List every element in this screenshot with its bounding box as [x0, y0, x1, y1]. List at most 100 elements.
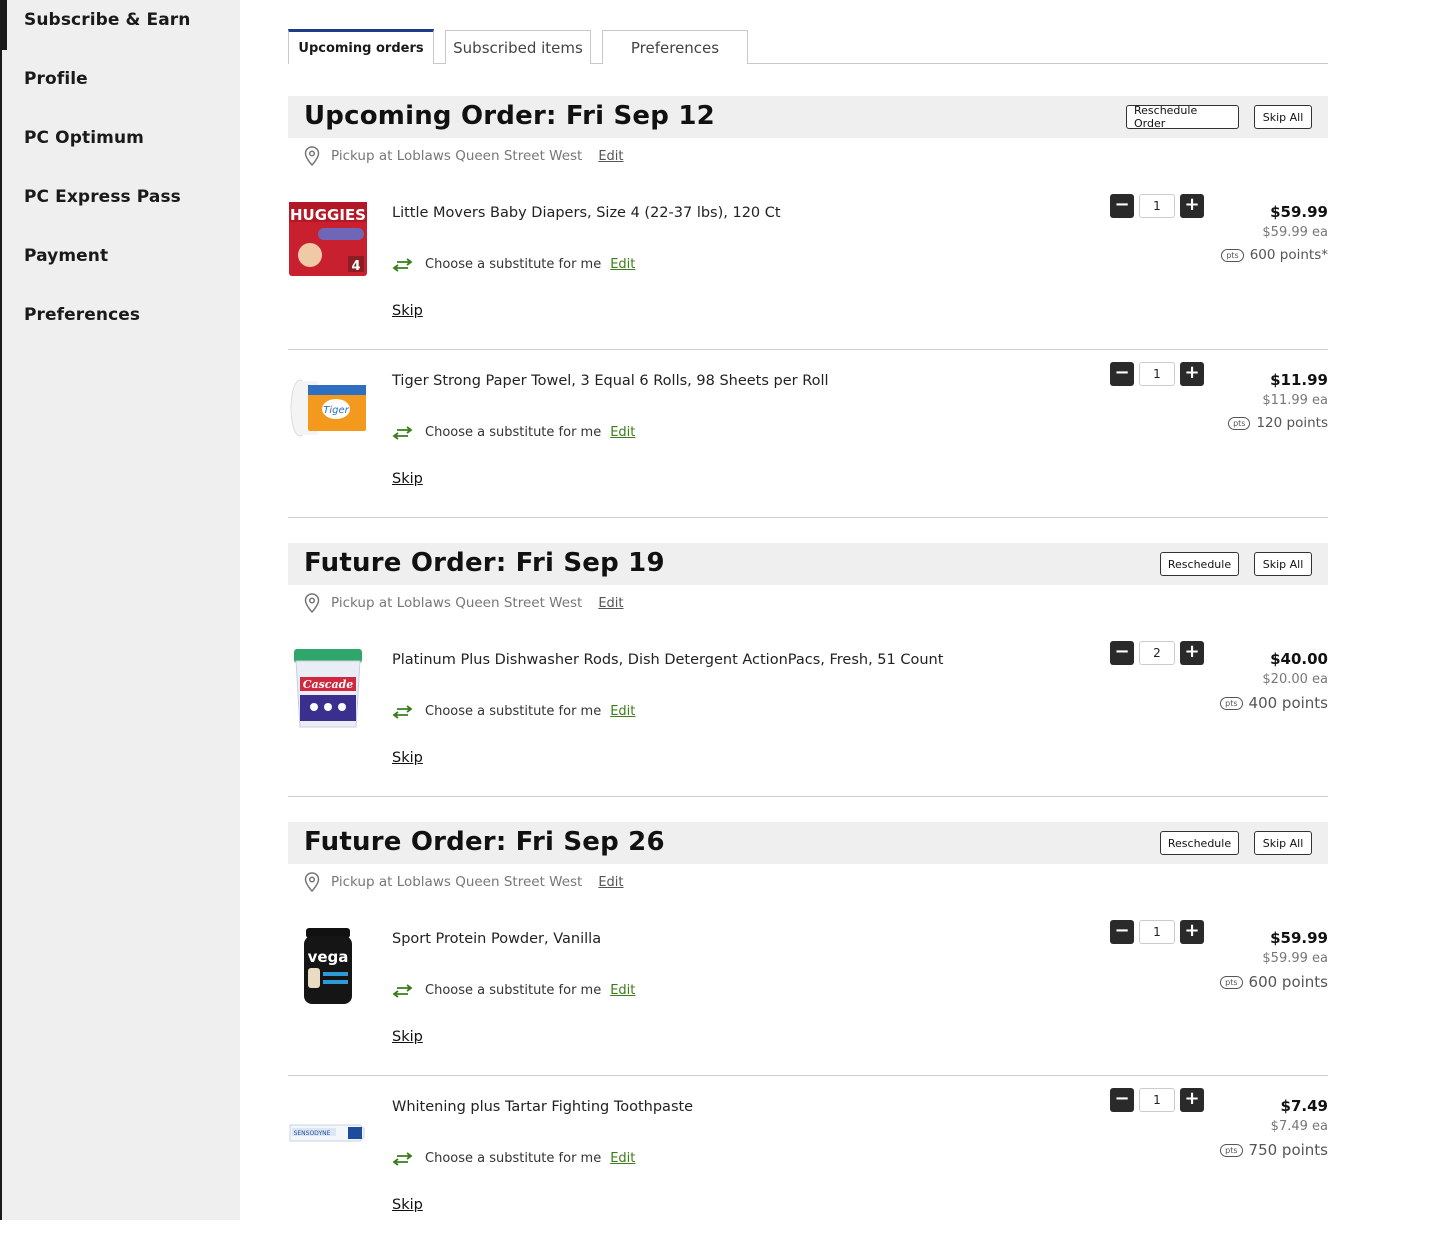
skip-all-button[interactable]: Skip All [1254, 552, 1312, 576]
substitute-row: Choose a substitute for me Edit [392, 1151, 635, 1166]
quantity-stepper: − 1 + [1110, 362, 1204, 386]
sidebar-active-indicator [0, 0, 7, 50]
quantity-field[interactable]: 1 [1139, 362, 1175, 386]
substitute-text: Choose a substitute for me [425, 983, 602, 998]
skip-item-link[interactable]: Skip [392, 1029, 423, 1045]
reschedule-button[interactable]: Reschedule [1160, 831, 1239, 855]
item-name[interactable]: Platinum Plus Dishwasher Rods, Dish Dete… [392, 652, 943, 668]
sidebar-item-preferences[interactable]: Preferences [24, 305, 140, 325]
points-text: 400 points [1248, 694, 1328, 712]
divider [288, 796, 1328, 797]
order-header: Future Order: Fri Sep 19 Reschedule Skip… [288, 543, 1328, 585]
pickup-edit-link[interactable]: Edit [598, 596, 623, 611]
list-item: Tiger Tiger Strong Paper Towel, 3 Equal … [288, 362, 1328, 533]
item-name[interactable]: Little Movers Baby Diapers, Size 4 (22-3… [392, 205, 781, 221]
substitute-row: Choose a substitute for me Edit [392, 983, 635, 998]
order-title: Future Order: Fri Sep 19 [304, 548, 665, 578]
reschedule-button[interactable]: Reschedule [1160, 552, 1239, 576]
increase-quantity-button[interactable]: + [1180, 194, 1204, 218]
points-text: 600 points [1248, 973, 1328, 991]
item-points: pts 600 points* [1221, 247, 1328, 263]
divider [288, 1075, 1328, 1076]
svg-text:vega: vega [308, 948, 349, 966]
pickup-location: Pickup at Loblaws Queen Street West Edit [304, 146, 624, 166]
decrease-quantity-button[interactable]: − [1110, 641, 1134, 665]
paper-towel-icon: Tiger [288, 373, 368, 453]
detergent-tub-icon: Cascade [288, 647, 368, 728]
toothpaste-icon: SENSODYNE [288, 1115, 368, 1149]
decrease-quantity-button[interactable]: − [1110, 920, 1134, 944]
skip-item-link[interactable]: Skip [392, 750, 423, 766]
substitute-edit-link[interactable]: Edit [610, 704, 635, 719]
pickup-location: Pickup at Loblaws Queen Street West Edit [304, 593, 624, 613]
substitute-text: Choose a substitute for me [425, 425, 602, 440]
list-item: HUGGIES 4 Little Movers Baby Diapers, Siz… [288, 194, 1328, 365]
svg-text:Cascade: Cascade [303, 678, 354, 691]
diapers-icon: HUGGIES 4 [288, 200, 368, 280]
location-pin-icon [304, 872, 320, 892]
substitute-edit-link[interactable]: Edit [610, 425, 635, 440]
item-name[interactable]: Sport Protein Powder, Vanilla [392, 931, 601, 947]
increase-quantity-button[interactable]: + [1180, 920, 1204, 944]
order-header: Upcoming Order: Fri Sep 12 Reschedule Or… [288, 96, 1328, 138]
substitute-edit-link[interactable]: Edit [610, 257, 635, 272]
sidebar-item-subscribe-earn[interactable]: Subscribe & Earn [24, 10, 190, 30]
points-badge-icon: pts [1228, 416, 1251, 430]
item-price: $7.49 [1280, 1097, 1328, 1115]
decrease-quantity-button[interactable]: − [1110, 362, 1134, 386]
substitute-text: Choose a substitute for me [425, 704, 602, 719]
tab-upcoming-orders[interactable]: Upcoming orders [288, 29, 434, 64]
skip-item-link[interactable]: Skip [392, 471, 423, 487]
points-badge-icon: pts [1221, 248, 1244, 262]
pickup-location: Pickup at Loblaws Queen Street West Edit [304, 872, 624, 892]
quantity-stepper: − 1 + [1110, 194, 1204, 218]
pickup-text: Pickup at Loblaws Queen Street West [331, 874, 583, 890]
points-text: 120 points [1256, 415, 1328, 431]
skip-all-button[interactable]: Skip All [1254, 105, 1312, 129]
sidebar-item-payment[interactable]: Payment [24, 246, 108, 266]
pickup-edit-link[interactable]: Edit [598, 875, 623, 890]
swap-arrows-icon [392, 983, 413, 998]
skip-item-link[interactable]: Skip [392, 1197, 423, 1213]
sidebar-item-pc-optimum[interactable]: PC Optimum [24, 128, 144, 148]
pickup-text: Pickup at Loblaws Queen Street West [331, 595, 583, 611]
reschedule-order-button[interactable]: Reschedule Order [1126, 104, 1239, 130]
pickup-edit-link[interactable]: Edit [598, 149, 623, 164]
swap-arrows-icon [392, 257, 413, 272]
divider [288, 517, 1328, 518]
quantity-field[interactable]: 1 [1139, 194, 1175, 218]
item-price: $59.99 [1270, 203, 1328, 221]
increase-quantity-button[interactable]: + [1180, 362, 1204, 386]
svg-text:Tiger: Tiger [323, 405, 349, 416]
main-content: Upcoming orders Subscribed items Prefere… [288, 0, 1328, 1220]
quantity-field[interactable]: 2 [1139, 641, 1175, 665]
substitute-text: Choose a substitute for me [425, 257, 602, 272]
location-pin-icon [304, 593, 320, 613]
item-name[interactable]: Tiger Strong Paper Towel, 3 Equal 6 Roll… [392, 373, 829, 389]
points-badge-icon: pts [1220, 696, 1243, 710]
sidebar-item-pc-express-pass[interactable]: PC Express Pass [24, 187, 181, 207]
list-item: SENSODYNE Whitening plus Tartar Fighting… [288, 1088, 1328, 1259]
increase-quantity-button[interactable]: + [1180, 1088, 1204, 1112]
points-badge-icon: pts [1220, 975, 1243, 989]
pickup-text: Pickup at Loblaws Queen Street West [331, 148, 583, 164]
substitute-edit-link[interactable]: Edit [610, 983, 635, 998]
points-badge-icon: pts [1220, 1143, 1243, 1157]
quantity-field[interactable]: 1 [1139, 1088, 1175, 1112]
skip-item-link[interactable]: Skip [392, 303, 423, 319]
points-text: 750 points [1248, 1141, 1328, 1159]
decrease-quantity-button[interactable]: − [1110, 194, 1134, 218]
increase-quantity-button[interactable]: + [1180, 641, 1204, 665]
decrease-quantity-button[interactable]: − [1110, 1088, 1134, 1112]
sidebar-item-profile[interactable]: Profile [24, 69, 88, 89]
item-unit-price: $11.99 ea [1262, 393, 1328, 408]
svg-text:SENSODYNE: SENSODYNE [294, 1130, 331, 1137]
substitute-edit-link[interactable]: Edit [610, 1151, 635, 1166]
protein-tub-icon: vega [288, 926, 368, 1006]
item-name[interactable]: Whitening plus Tartar Fighting Toothpast… [392, 1099, 693, 1115]
tab-bar: Upcoming orders Subscribed items Prefere… [288, 29, 1328, 64]
skip-all-button[interactable]: Skip All [1254, 831, 1312, 855]
tab-preferences[interactable]: Preferences [602, 30, 748, 64]
quantity-field[interactable]: 1 [1139, 920, 1175, 944]
tab-subscribed-items[interactable]: Subscribed items [445, 30, 591, 64]
